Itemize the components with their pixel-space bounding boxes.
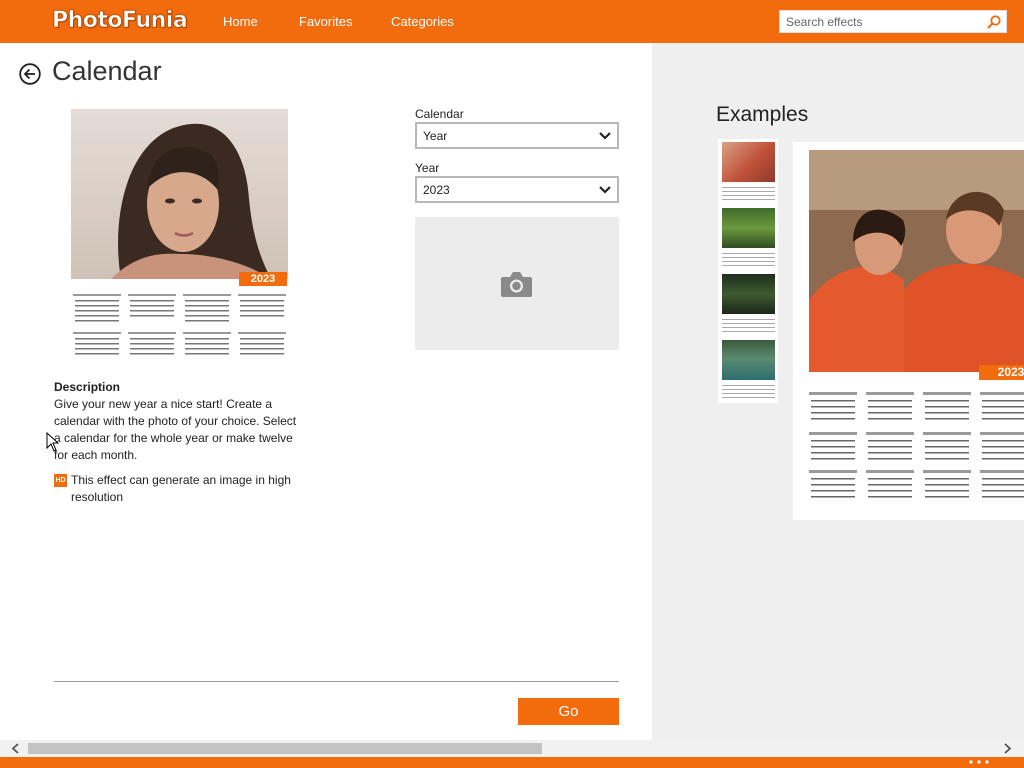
effect-preview: 2023: [71, 109, 288, 360]
scroll-right-icon[interactable]: [1002, 743, 1012, 754]
scrollbar-thumb[interactable]: [28, 743, 542, 754]
scroll-left-icon[interactable]: [11, 743, 21, 754]
year-select-value: 2023: [423, 183, 450, 197]
preview-year-badge: 2023: [239, 272, 287, 286]
nav-home[interactable]: Home: [223, 0, 258, 43]
example-calendar-grid: [809, 392, 1024, 498]
search-box[interactable]: [779, 10, 1007, 33]
year-label: Year: [415, 161, 440, 175]
app-bar: [0, 757, 1024, 768]
hd-badge-icon: HD: [54, 474, 67, 487]
photo-upload-area[interactable]: [415, 217, 619, 350]
hd-note: This effect can generate an image in hig…: [71, 473, 291, 504]
chevron-down-icon: [599, 186, 611, 194]
mouse-cursor-icon: [46, 432, 60, 452]
photofunia-logo[interactable]: PhotoFunia: [52, 5, 188, 35]
horizontal-scrollbar[interactable]: [0, 740, 1024, 757]
search-input[interactable]: [780, 11, 980, 33]
page-title: Calendar: [52, 56, 162, 86]
nav-favorites[interactable]: Favorites: [299, 0, 352, 43]
description-text: Give your new year a nice start! Create …: [54, 397, 297, 462]
example-large-preview[interactable]: 2023: [793, 142, 1024, 520]
example-thumbnail[interactable]: [718, 139, 778, 205]
examples-heading: Examples: [716, 103, 809, 126]
example-year-badge: 2023: [979, 365, 1024, 380]
example-thumbnail[interactable]: [718, 337, 778, 403]
year-select[interactable]: 2023: [415, 176, 619, 203]
back-arrow-icon[interactable]: [19, 63, 41, 85]
mini-calendar-grid: [73, 294, 286, 355]
form-divider: [54, 681, 619, 682]
nav-categories[interactable]: Categories: [391, 0, 454, 43]
calendar-select-value: Year: [423, 129, 448, 143]
example-thumbnail[interactable]: [718, 205, 778, 271]
calendar-label: Calendar: [415, 107, 464, 121]
go-button[interactable]: Go: [518, 698, 619, 725]
example-photo: [809, 150, 1024, 372]
preview-photo: [71, 109, 288, 279]
search-icon[interactable]: [986, 14, 1002, 30]
description-heading: Description: [54, 380, 121, 394]
more-options-icon[interactable]: [968, 759, 992, 765]
logo-text: PhotoFunia: [52, 7, 188, 33]
chevron-down-icon: [599, 132, 611, 140]
example-thumbnail[interactable]: [718, 271, 778, 337]
camera-icon: [501, 272, 532, 297]
examples-thumbnails: [718, 139, 778, 403]
calendar-select[interactable]: Year: [415, 122, 619, 149]
